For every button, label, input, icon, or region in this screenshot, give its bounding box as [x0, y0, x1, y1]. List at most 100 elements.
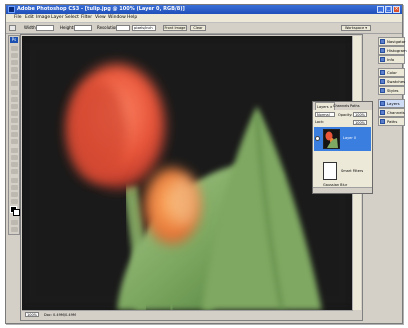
window-title: Adobe Photoshop CS3 - [tulip.jpg @ 100% … — [17, 6, 185, 12]
front-image-button[interactable]: Front Image — [163, 25, 187, 31]
dock-channels[interactable]: Channels — [378, 108, 405, 117]
close-icon[interactable]: × — [393, 6, 400, 13]
width-field[interactable] — [36, 25, 54, 31]
lasso-tool-icon[interactable] — [11, 60, 18, 65]
menu-view[interactable]: View — [95, 14, 106, 22]
history-brush-tool-icon[interactable] — [11, 111, 18, 116]
menu-file[interactable]: File — [14, 14, 22, 22]
crop-icon[interactable] — [9, 25, 16, 31]
height-field[interactable] — [74, 25, 92, 31]
move-tool-icon[interactable] — [11, 46, 18, 51]
dock-styles-label: Styles — [387, 88, 399, 93]
paths-icon — [380, 119, 385, 124]
fill-field[interactable]: 100% — [353, 120, 367, 125]
styles-icon — [380, 88, 385, 93]
dock-info-label: Info — [387, 57, 395, 62]
crop-tool-icon[interactable] — [11, 74, 18, 79]
units-select[interactable]: pixels/inch — [132, 25, 156, 31]
layers-panel: Layers × Channels Paths Normal Opacity: … — [312, 101, 373, 194]
dock-layers[interactable]: Layers — [378, 99, 405, 108]
filter-mask-thumbnail — [323, 162, 337, 180]
dock-color[interactable]: Color — [378, 68, 405, 77]
histogram-icon — [380, 48, 385, 53]
magic-wand-tool-icon[interactable] — [11, 67, 18, 72]
dock-paths[interactable]: Paths — [378, 117, 405, 126]
pen-tool-icon[interactable] — [11, 148, 18, 153]
image-canvas[interactable] — [22, 36, 353, 310]
hand-tool-icon[interactable] — [11, 192, 18, 197]
shape-tool-icon[interactable] — [11, 169, 18, 174]
layer-name[interactable]: Layer 0 — [343, 136, 356, 140]
menu-filter[interactable]: Filter — [81, 14, 92, 22]
color-icon — [380, 70, 385, 75]
layer-row[interactable]: Layer 0 — [314, 127, 371, 151]
marquee-tool-icon[interactable] — [11, 53, 18, 58]
doc-size-info: Doc: 0.49M/0.49M — [44, 313, 76, 317]
channels-icon — [380, 110, 385, 115]
zoom-tool-icon[interactable] — [11, 199, 18, 204]
dock-navigator[interactable]: Navigator — [378, 37, 406, 46]
menu-edit[interactable]: Edit — [25, 14, 34, 22]
workspace-button[interactable]: Workspace ▾ — [341, 25, 371, 31]
dock-histogram-label: Histogram — [387, 48, 407, 53]
blend-mode-select[interactable]: Normal — [315, 112, 335, 117]
tab-channels[interactable]: Channels — [332, 102, 350, 110]
dock-swatches[interactable]: Swatches — [378, 77, 405, 86]
layer-thumbnail — [323, 129, 340, 149]
toolbox: Ps — [8, 35, 20, 235]
smart-filters-row[interactable]: Smart Filters — [314, 161, 371, 183]
resolution-field[interactable] — [116, 25, 130, 31]
navigator-icon — [380, 39, 385, 44]
type-tool-icon[interactable] — [11, 155, 18, 160]
eraser-tool-icon[interactable] — [11, 118, 18, 123]
menu-select[interactable]: Select — [65, 14, 79, 22]
stamp-tool-icon[interactable] — [11, 104, 18, 109]
dock-paths-label: Paths — [387, 119, 398, 124]
ps-logo: Ps — [10, 37, 18, 43]
menu-help[interactable]: Help — [127, 14, 137, 22]
opacity-field[interactable]: 100% — [353, 112, 367, 117]
dock-swatches-label: Swatches — [387, 79, 406, 84]
blur-tool-icon[interactable] — [11, 132, 18, 137]
dock-histogram[interactable]: Histogram — [378, 46, 407, 55]
smart-filters-label: Smart Filters — [341, 169, 364, 173]
layers-panel-footer — [313, 187, 372, 193]
layer-thumbnail-image — [324, 130, 339, 148]
tulip-image — [22, 36, 353, 310]
height-label: Height: — [60, 25, 75, 30]
clear-button[interactable]: Clear — [190, 25, 206, 31]
visibility-eye-icon[interactable] — [315, 136, 320, 141]
tab-paths[interactable]: Paths — [349, 102, 361, 110]
menu-layer[interactable]: Layer — [51, 14, 64, 22]
opacity-label: Opacity: — [338, 113, 353, 117]
menu-window[interactable]: Window — [108, 14, 126, 22]
brush-tool-icon[interactable] — [11, 97, 18, 102]
zoom-field[interactable]: 100% — [25, 312, 39, 317]
photoshop-window: Adobe Photoshop CS3 - [tulip.jpg @ 100% … — [5, 4, 407, 324]
path-selection-tool-icon[interactable] — [11, 162, 18, 167]
dock-styles[interactable]: Styles — [378, 86, 405, 95]
dock-layers-label: Layers — [387, 101, 400, 106]
quick-mask-icon[interactable] — [11, 220, 18, 225]
slice-tool-icon[interactable] — [11, 81, 18, 86]
swatches-icon — [380, 79, 385, 84]
healing-tool-icon[interactable] — [11, 90, 18, 95]
dock-navigator-label: Navigator — [387, 39, 406, 44]
photoshop-app-icon — [8, 6, 15, 13]
menu-image[interactable]: Image — [36, 14, 50, 22]
status-bar: 100% Doc: 0.49M/0.49M — [22, 310, 353, 319]
options-bar: Width: Height: Resolution: pixels/inch F… — [6, 23, 402, 34]
background-color-swatch[interactable] — [13, 209, 20, 216]
layers-icon — [380, 101, 385, 106]
title-bar: Adobe Photoshop CS3 - [tulip.jpg @ 100% … — [6, 5, 402, 14]
info-icon — [380, 57, 385, 62]
maximize-icon[interactable]: □ — [385, 6, 392, 13]
menu-bar: File Edit Image Layer Select Filter View… — [6, 14, 402, 23]
gradient-tool-icon[interactable] — [11, 125, 18, 130]
dock-info[interactable]: Info — [378, 55, 405, 64]
minimize-icon[interactable]: _ — [377, 6, 384, 13]
dodge-tool-icon[interactable] — [11, 139, 18, 144]
screen-mode-icon[interactable] — [11, 227, 18, 232]
eyedropper-tool-icon[interactable] — [11, 185, 18, 190]
notes-tool-icon[interactable] — [11, 178, 18, 183]
